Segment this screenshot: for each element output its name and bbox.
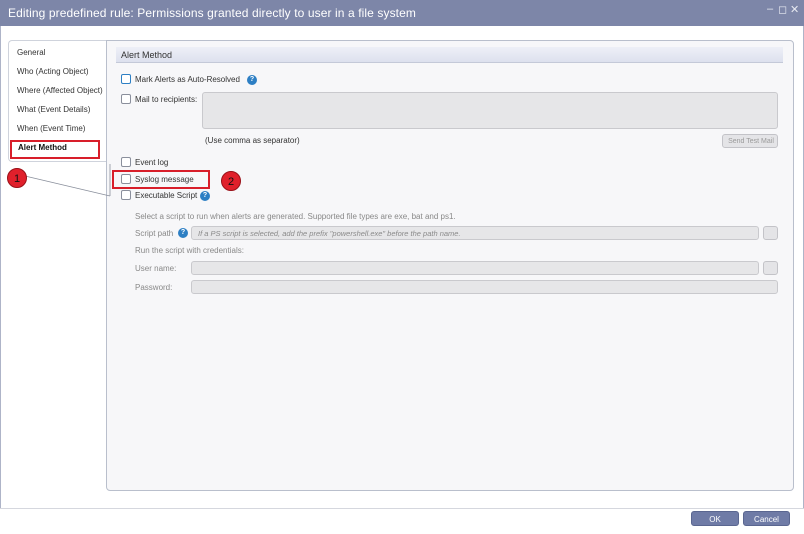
nav-item-where[interactable]: Where (Affected Object)	[17, 86, 103, 95]
title-bar: Editing predefined rule: Permissions gra…	[0, 0, 804, 26]
mail-label: Mail to recipients:	[135, 95, 198, 104]
send-test-mail-button[interactable]: Send Test Mail	[722, 134, 778, 148]
annotation-box-alert-method	[10, 140, 100, 159]
executable-script-checkbox[interactable]	[121, 190, 131, 200]
username-input[interactable]	[191, 261, 759, 275]
script-path-label: Script path	[135, 229, 174, 238]
script-browse-button[interactable]	[763, 226, 778, 240]
password-input[interactable]	[191, 280, 778, 294]
annotation-box-syslog	[112, 170, 210, 189]
mail-recipients-input[interactable]	[202, 92, 778, 129]
nav-item-general[interactable]: General	[17, 48, 45, 57]
nav-item-who[interactable]: Who (Acting Object)	[17, 67, 89, 76]
password-label: Password:	[135, 283, 173, 292]
annotation-marker-1: 1	[7, 168, 27, 188]
script-path-help-icon[interactable]: ?	[178, 228, 188, 238]
username-label: User name:	[135, 264, 177, 273]
section-header: Alert Method	[116, 47, 783, 63]
dialog-footer	[0, 508, 804, 534]
mail-checkbox[interactable]	[121, 94, 131, 104]
ok-button[interactable]: OK	[691, 511, 739, 526]
executable-script-label: Executable Script	[135, 191, 198, 200]
minimize-icon[interactable]: –	[767, 3, 773, 15]
script-description: Select a script to run when alerts are g…	[135, 212, 456, 221]
nav-item-what[interactable]: What (Event Details)	[17, 105, 90, 114]
maximize-icon[interactable]: ◻	[778, 3, 787, 16]
close-icon[interactable]: ✕	[790, 3, 799, 16]
annotation-marker-2: 2	[221, 171, 241, 191]
event-log-label: Event log	[135, 158, 169, 167]
auto-resolved-checkbox[interactable]	[121, 74, 131, 84]
mail-separator-hint: (Use comma as separator)	[205, 136, 300, 145]
send-test-mail-label: Send Test Mail	[728, 138, 774, 145]
auto-resolved-label: Mark Alerts as Auto-Resolved	[135, 75, 240, 84]
window-border-left	[0, 26, 1, 508]
event-log-checkbox[interactable]	[121, 157, 131, 167]
script-path-placeholder: If a PS script is selected, add the pref…	[198, 229, 461, 238]
nav-item-when[interactable]: When (Event Time)	[17, 124, 85, 133]
credentials-label: Run the script with credentials:	[135, 246, 244, 255]
username-browse-button[interactable]	[763, 261, 778, 275]
cancel-button[interactable]: Cancel	[743, 511, 790, 526]
auto-resolved-help-icon[interactable]: ?	[247, 75, 257, 85]
executable-script-help-icon[interactable]: ?	[200, 191, 210, 201]
script-path-input[interactable]: If a PS script is selected, add the pref…	[191, 226, 759, 240]
window-title: Editing predefined rule: Permissions gra…	[8, 6, 416, 20]
